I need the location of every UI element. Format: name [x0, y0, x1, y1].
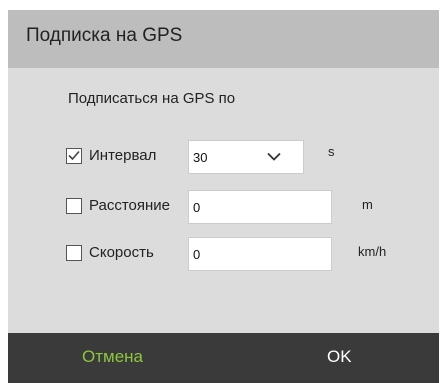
speed-checkbox[interactable]	[66, 245, 82, 261]
interval-unit: s	[328, 144, 335, 159]
cancel-button[interactable]: Отмена	[82, 347, 143, 367]
gps-subscription-dialog: Подписка на GPS Подписаться на GPS по Ин…	[8, 10, 439, 383]
dialog-title: Подписка на GPS	[26, 25, 183, 46]
distance-checkbox[interactable]	[66, 198, 82, 214]
interval-row: Интервал 30 s	[66, 140, 426, 174]
dialog-header: Подписка на GPS	[8, 10, 439, 68]
distance-value: 0	[193, 200, 201, 215]
ok-button[interactable]: OK	[327, 347, 352, 367]
distance-label: Расстояние	[89, 197, 171, 214]
interval-value: 30	[193, 150, 208, 165]
speed-value: 0	[193, 247, 201, 262]
interval-checkbox[interactable]	[66, 148, 82, 164]
speed-unit: km/h	[358, 244, 387, 259]
subscribe-by-label: Подписаться на GPS по	[68, 90, 236, 107]
distance-unit: m	[362, 197, 373, 212]
speed-label: Скорость	[89, 244, 154, 261]
interval-label: Интервал	[89, 147, 157, 164]
chevron-down-icon	[267, 152, 281, 161]
dialog-footer: Отмена OK	[8, 333, 439, 383]
interval-select[interactable]: 30	[188, 140, 304, 174]
distance-row: Расстояние 0 m	[66, 190, 426, 224]
checkmark-icon	[68, 150, 80, 161]
speed-input[interactable]: 0	[188, 237, 332, 271]
speed-row: Скорость 0 km/h	[66, 237, 426, 271]
distance-input[interactable]: 0	[188, 190, 332, 224]
